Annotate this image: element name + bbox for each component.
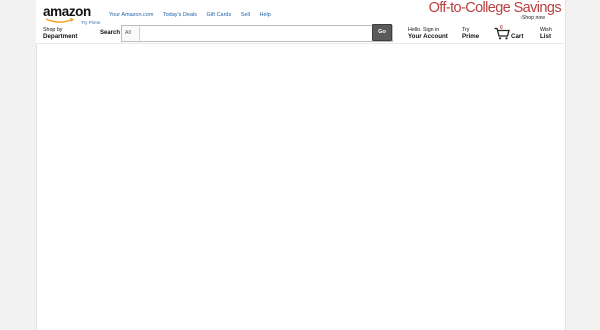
cart-button[interactable]: 0 Cart — [494, 25, 524, 40]
search-label: Search — [100, 30, 121, 36]
prime-line2: Prime — [462, 32, 480, 40]
wish-list-menu[interactable]: Wish List — [540, 27, 552, 40]
cart-label: Cart — [511, 33, 524, 40]
nav-link-sell[interactable]: Sell — [241, 12, 250, 18]
amazon-logo[interactable]: amazon Try Prime — [43, 4, 103, 25]
go-button[interactable]: Go — [372, 24, 392, 41]
search-scope-dropdown[interactable]: All — [122, 26, 140, 41]
wish-line2: List — [540, 32, 552, 40]
nav-links: Your Amazon.com Today's Deals Gift Cards… — [109, 12, 279, 18]
nav-link-gift-cards[interactable]: Gift Cards — [206, 12, 231, 18]
cart-count: 0 — [500, 25, 503, 31]
nav-link-help[interactable]: Help — [259, 12, 270, 18]
promo-title: Off-to-College Savings — [428, 0, 562, 16]
search-bar: All — [121, 25, 393, 42]
nav-link-todays-deals[interactable]: Today's Deals — [163, 12, 197, 18]
header-divider — [36, 43, 564, 44]
search-input[interactable] — [141, 26, 378, 41]
nav-link-your-amazon[interactable]: Your Amazon.com — [109, 12, 153, 18]
try-prime-menu[interactable]: Try Prime — [462, 27, 479, 40]
nav-bar: Shop by Department Search All Go Hello. … — [36, 22, 564, 44]
department-line2: Department — [43, 32, 78, 40]
page-body — [36, 0, 566, 330]
shop-by-department[interactable]: Shop by Department — [43, 27, 77, 40]
account-menu[interactable]: Hello. Sign in Your Account — [408, 27, 448, 40]
promo-shop-now-label: Shop now — [521, 15, 545, 21]
logo-text: amazon — [43, 4, 91, 19]
account-label: Your Account — [408, 32, 448, 40]
promo-banner[interactable]: Off-to-College Savings ›Shop now — [428, 0, 562, 21]
